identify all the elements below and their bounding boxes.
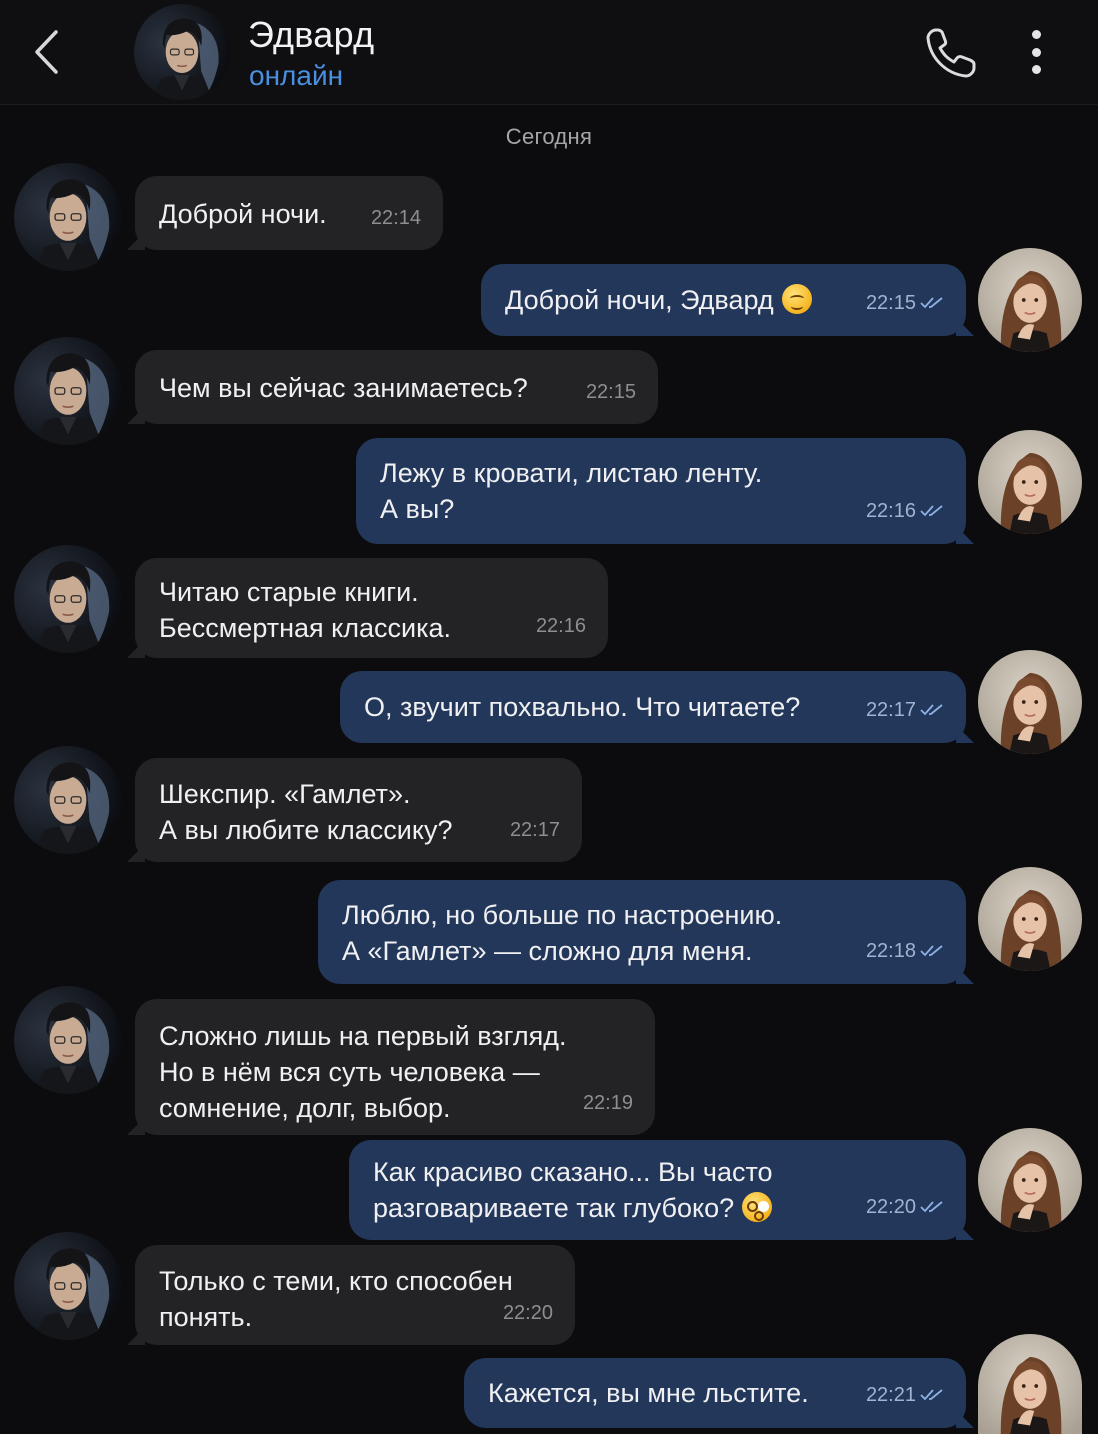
- call-button[interactable]: [922, 24, 980, 82]
- own-avatar[interactable]: [978, 867, 1082, 971]
- message-time: 22:17: [509, 819, 560, 841]
- bubble-tail: [956, 526, 974, 544]
- back-button[interactable]: [26, 28, 66, 76]
- menu-dot: [1031, 65, 1041, 74]
- bubble-tail: [956, 725, 974, 743]
- double-check-icon: [920, 494, 944, 530]
- message-time: 22:17: [866, 692, 944, 729]
- bubble-tail: [956, 966, 974, 984]
- incoming-message[interactable]: Чем вы сейчас занимаетесь? 22:15: [127, 350, 658, 424]
- outgoing-message[interactable]: Кажется, вы мне льстите. 22:21: [464, 1358, 974, 1428]
- incoming-message[interactable]: Читаю старые книги. Бессмертная классика…: [127, 558, 608, 658]
- own-avatar[interactable]: [978, 1334, 1082, 1434]
- double-check-icon: [920, 286, 944, 322]
- double-check-icon: [920, 1190, 944, 1226]
- phone-icon: [926, 28, 976, 78]
- message-time: 22:18: [866, 933, 944, 970]
- sender-avatar[interactable]: [14, 746, 122, 854]
- message-time: 22:14: [370, 207, 421, 229]
- chevron-left-icon: [35, 30, 58, 74]
- flushed-face-emoji-icon: [742, 1192, 773, 1222]
- bubble-tail: [956, 318, 974, 336]
- bubble-tail: [127, 1327, 145, 1345]
- bubble-tail: [956, 1222, 974, 1240]
- double-check-icon: [920, 1378, 944, 1414]
- double-check-icon: [920, 693, 944, 729]
- message-time: 22:21: [866, 1377, 944, 1414]
- bubble-tail: [127, 1117, 145, 1135]
- own-avatar[interactable]: [978, 430, 1082, 534]
- message-text: О, звучит похвально. Что читаете?: [364, 692, 801, 722]
- chat-header: Эдвард онлайн: [0, 0, 1098, 105]
- more-vertical-icon: [1031, 30, 1041, 39]
- message-time: 22:15: [585, 381, 636, 403]
- own-avatar[interactable]: [978, 650, 1082, 754]
- message-time: 22:19: [582, 1092, 633, 1114]
- bubble-tail: [956, 1410, 974, 1428]
- message-text: Как красиво сказано... Вы часто разговар…: [373, 1157, 773, 1223]
- outgoing-message[interactable]: О, звучит похвально. Что читаете? 22:17: [340, 671, 974, 743]
- own-avatar[interactable]: [978, 248, 1082, 352]
- sender-avatar[interactable]: [14, 1232, 122, 1340]
- outgoing-message[interactable]: Люблю, но больше по настроению. А «Гамле…: [318, 880, 974, 984]
- bubble-tail: [127, 844, 145, 862]
- message-time: 22:16: [535, 615, 586, 637]
- incoming-message[interactable]: Сложно лишь на первый взгляд. Но в нём в…: [127, 999, 655, 1135]
- date-separator: Сегодня: [505, 124, 593, 149]
- message-time: 22:20: [502, 1302, 553, 1324]
- sender-avatar[interactable]: [14, 986, 122, 1094]
- bubble-tail: [127, 406, 145, 424]
- incoming-message[interactable]: Доброй ночи. 22:14: [127, 176, 443, 250]
- incoming-message[interactable]: Только с теми, кто способен понять. 22:2…: [127, 1245, 575, 1345]
- bubble-tail: [127, 640, 145, 658]
- sender-avatar[interactable]: [14, 337, 122, 445]
- message-text: Читаю старые книги. Бессмертная классика…: [159, 577, 452, 643]
- message-text: Только с теми, кто способен понять.: [159, 1266, 513, 1332]
- smiling-face-emoji-icon: [781, 284, 812, 314]
- message-text: Шекспир. «Гамлет». А вы любите классику?: [159, 779, 453, 845]
- incoming-message[interactable]: Шекспир. «Гамлет». А вы любите классику?…: [127, 758, 582, 862]
- more-menu-button[interactable]: [1016, 26, 1056, 78]
- outgoing-message[interactable]: Как красиво сказано... Вы часто разговар…: [349, 1140, 974, 1240]
- double-check-icon: [920, 934, 944, 970]
- message-text: Лежу в кровати, листаю ленту. А вы?: [380, 458, 763, 524]
- contact-avatar[interactable]: [134, 4, 230, 100]
- contact-status: онлайн: [249, 60, 344, 91]
- contact-name[interactable]: Эдвард: [248, 14, 374, 56]
- sender-avatar[interactable]: [14, 163, 122, 271]
- message-time: 22:15: [866, 285, 944, 322]
- message-text: Чем вы сейчас занимаетесь?: [159, 373, 528, 403]
- outgoing-message[interactable]: Лежу в кровати, листаю ленту. А вы? 22:1…: [356, 438, 974, 544]
- message-time: 22:16: [866, 493, 944, 530]
- sender-avatar[interactable]: [14, 545, 122, 653]
- bubble-tail: [127, 232, 145, 250]
- menu-dot: [1031, 47, 1041, 57]
- message-text: Сложно лишь на первый взгляд. Но в нём в…: [159, 1021, 567, 1123]
- message-time: 22:20: [866, 1189, 944, 1226]
- own-avatar[interactable]: [978, 1128, 1082, 1232]
- outgoing-message[interactable]: Доброй ночи, Эдвард 22:15: [481, 264, 974, 336]
- message-text: Люблю, но больше по настроению. А «Гамле…: [342, 900, 783, 966]
